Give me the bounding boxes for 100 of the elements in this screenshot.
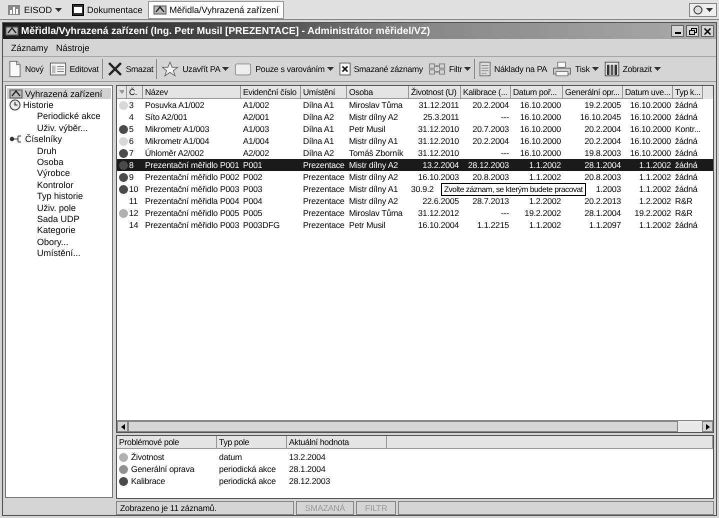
table-row[interactable]: 8 Prezentační měřidlo P001 P001 Prezentace Mistr dílny A2 13.2.2004 28.12.2003 1.1.2002 28.1.2004 1.1.2002 žádná	[117, 159, 713, 171]
taskbar-tab[interactable]: Měřidla/Vyhrazená zařízení	[148, 0, 284, 18]
table-cell-text: 1.1.2002	[528, 220, 562, 230]
tree-item[interactable]: Obory...	[7, 236, 111, 248]
column-header[interactable]: Problémové pole	[117, 436, 217, 449]
minimize-button[interactable]	[671, 25, 684, 37]
column-header[interactable]: Datum uve...	[623, 86, 673, 99]
table-cell-text: Prezentace	[302, 196, 346, 206]
toolbar-button[interactable]: Zobrazit	[602, 59, 662, 79]
table-row[interactable]: 5 Mikrometr A1/003 A1/003 Dílna A1 Petr Musil 31.12.2010 20.7.2003 16.10.2000 20.2.2004 16.10.2000 Kontr...	[117, 123, 713, 135]
tree-item[interactable]: Druh	[7, 144, 111, 156]
table-cell-text: P002	[242, 172, 264, 182]
tree-item[interactable]: Uživ. výběr...	[7, 122, 111, 134]
table-cell: Životnost	[131, 452, 164, 462]
tree-item[interactable]: Uživ. pole	[7, 202, 111, 214]
toolbar-button[interactable]: Nový	[6, 58, 45, 80]
blank-icon	[234, 62, 252, 76]
table-cell-text: Mistr dílny A2	[348, 160, 399, 170]
column-header[interactable]: Kalibrace (...	[461, 86, 511, 99]
table-cell-text: 16.10.2000	[518, 100, 562, 110]
taskbar-tab[interactable]: Dokumentace	[67, 0, 148, 18]
toolbar-button[interactable]: Filtr	[426, 61, 472, 77]
tree-item[interactable]: Číselníky	[7, 134, 111, 145]
filter-icon	[428, 63, 446, 75]
table-cell-text: P004	[242, 196, 264, 206]
table-cell-text: A2/001	[242, 112, 270, 122]
table-row[interactable]: 3 Posuvka A1/002 A1/002 Dílna A1 Miroslav Tůma 31.12.2011 20.2.2004 16.10.2000 19.2.2005 16.10.2000 žádná	[117, 99, 713, 111]
table-cell-text: 31.12.2010	[416, 124, 460, 134]
scroll-right-button[interactable]	[702, 421, 713, 432]
column-header[interactable]: Typ k...	[673, 86, 703, 99]
table-row[interactable]: 11 Prezentační měřidla P004 P004 Prezentace Mistr dílny A2 22.6.2005 28.7.2013 1.2.2002 20.2.2013 1.2.2002 R&R	[117, 195, 713, 207]
table-cell-text: Prezentační měřidlo P003	[144, 184, 240, 194]
column-header[interactable]: Životnost (U)	[409, 86, 461, 99]
table-cell-text: P003	[242, 184, 264, 194]
table-cell-text: 10	[128, 184, 140, 194]
tree-item[interactable]: Sada UDP	[7, 213, 111, 225]
toolbar-button[interactable]: Smazat	[104, 59, 154, 79]
table-cell-text: 16.10.2045	[578, 112, 622, 122]
tree-item[interactable]: Umístění...	[7, 247, 111, 259]
tree-item[interactable]: Osoba	[7, 156, 111, 168]
tree-item[interactable]: Kategorie	[7, 224, 111, 236]
column-header[interactable]: Generální opr...	[563, 86, 623, 99]
clock-icon	[9, 99, 21, 112]
column-header[interactable]: Osoba	[347, 86, 409, 99]
table-row[interactable]: 14 Prezentační měřidlo P003 P003DFG Prezentace Petr Musil 16.10.2004 1.1.2215 1.1.2002 1.1.2097 1.1.2002 žádná	[117, 219, 713, 231]
table-cell-text: 13.2.2004	[422, 160, 460, 170]
column-header[interactable]: Umístění	[301, 86, 347, 99]
toolbar-button[interactable]: Editovat	[46, 60, 100, 78]
toolbar-button[interactable]: Tisk	[550, 59, 600, 79]
close-button[interactable]	[701, 25, 714, 37]
table-cell-text: ---	[500, 208, 510, 218]
column-header[interactable]: Evidenční číslo	[241, 86, 301, 99]
table-cell-text: Prezentace	[302, 184, 346, 194]
document-icon	[72, 4, 84, 16]
table-cell-text: Mikrometr A1/004	[144, 136, 210, 146]
column-header[interactable]: Typ pole	[217, 436, 287, 449]
column-header[interactable]: Aktuální hodnota	[287, 436, 387, 449]
tree-item[interactable]: Historie	[7, 99, 111, 111]
table-cell-text: 1.1.2097	[588, 220, 622, 230]
tree-item[interactable]: Kontrolor	[7, 179, 111, 191]
branch-icon	[9, 133, 23, 146]
table-row[interactable]: 9 Prezentační měřidlo P002 P002 Prezentace Mistr dílny A2 16.10.2003 20.8.2003 1.1.2002 20.8.2003 1.1.2002 žádná	[117, 171, 713, 183]
table-cell-text: Mistr dílny A1	[348, 136, 399, 146]
tree-item[interactable]: Periodické akce	[7, 110, 111, 122]
column-header[interactable]: Č.	[127, 86, 143, 99]
table-cell-text: 16.10.2000	[628, 100, 672, 110]
table-cell-text: Prezentace	[302, 220, 346, 230]
table-cell-text: 16.10.2003	[416, 172, 460, 182]
table-cell-text: 19.2.2005	[584, 100, 622, 110]
toolbar-button[interactable]: Smazané záznamy	[336, 60, 424, 78]
toolbar-button[interactable]: Uzavřít PA	[159, 59, 230, 79]
table-cell-text: 31.12.2010	[416, 148, 460, 158]
taskbar-tab[interactable]: EISOD	[2, 0, 68, 18]
table-cell-text: 14	[128, 220, 140, 230]
tree-item[interactable]: Typ historie	[7, 190, 111, 202]
toolbar-button[interactable]: Pouze s varováním	[232, 60, 335, 78]
toolbar-button[interactable]: Náklady na PA	[477, 59, 548, 79]
column-header[interactable]: Název	[143, 86, 241, 99]
star-icon	[162, 61, 179, 77]
scrollbar-thumb[interactable]	[128, 421, 678, 432]
tree-item[interactable]: Výrobce	[7, 168, 111, 180]
tree-item[interactable]: Vyhrazená zařízení	[7, 88, 111, 100]
help-button[interactable]	[689, 2, 717, 16]
table-row[interactable]: 12 Prezentační měřidlo P005 P005 Prezentace Miroslav Tůma 31.12.2012 --- 19.2.2002 28.1.2004 19.2.2002 R&R	[117, 207, 713, 219]
table-row[interactable]: 7 Úhloměr A2/002 A2/002 Dílna A2 Tomáš Zborník 31.12.2010 --- 16.10.2000 19.8.2003 16.10.2000 žádná	[117, 147, 713, 159]
table-cell-text: žádná	[674, 160, 699, 170]
table-cell-text: 11	[128, 196, 139, 206]
table-cell-text: Mikrometr A1/003	[144, 124, 210, 134]
table-row[interactable]: 10 Prezentační měřidlo P003 P003 Prezentace Mistr dílny A1 30.9.2 Zvolte záznam, se kterým budete pracovat 1.2003 1.1.2002 žádná	[117, 183, 713, 195]
left-arrow-icon	[120, 424, 124, 430]
table-row[interactable]: 6 Mikrometr A1/004 A1/004 Dílna A1 Mistr dílny A1 31.12.2010 20.2.2004 16.10.2000 20.2.2004 16.10.2000 žádná	[117, 135, 713, 147]
restore-button[interactable]	[686, 25, 699, 37]
table-cell-text: 22.6.2005	[422, 196, 460, 206]
menu-item[interactable]: Záznamy	[11, 42, 48, 52]
table-row[interactable]: 4 Síto A2/001 A2/001 Dílna A2 Mistr dílny A2 25.3.2011 --- 16.10.2000 16.10.2045 16.10.2000 žádná	[117, 111, 713, 123]
menu-item[interactable]: Nástroje	[56, 42, 90, 52]
table-cell-text: 28.1.2004	[584, 160, 622, 170]
scroll-left-button[interactable]	[117, 421, 128, 432]
column-header[interactable]: Datum poř...	[511, 86, 563, 99]
table-cell-text: Prezentační měřidla P004	[144, 196, 240, 206]
